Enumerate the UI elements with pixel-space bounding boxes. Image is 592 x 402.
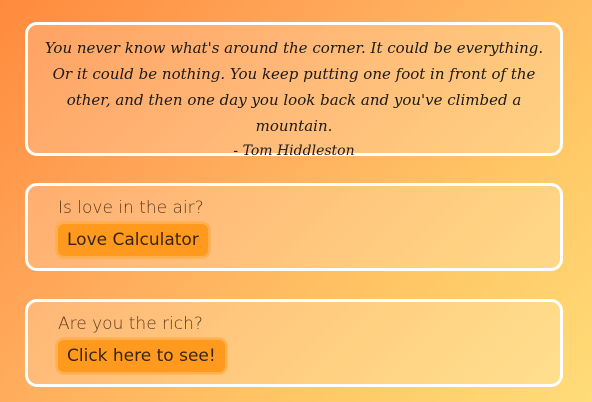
love-question: Is love in the air? xyxy=(58,198,204,218)
rich-check-card: Are you the rich? Click here to see! xyxy=(25,299,563,387)
rich-question: Are you the rich? xyxy=(58,314,203,334)
love-calculator-button[interactable]: Love Calculator xyxy=(56,222,210,258)
rich-check-button[interactable]: Click here to see! xyxy=(56,338,227,374)
quote-author: - Tom Hiddleston xyxy=(233,143,355,159)
love-calculator-card: Is love in the air? Love Calculator xyxy=(25,183,563,271)
quote-card: You never know what's around the corner.… xyxy=(25,22,563,159)
quote-text: You never know what's around the corner.… xyxy=(44,39,544,135)
